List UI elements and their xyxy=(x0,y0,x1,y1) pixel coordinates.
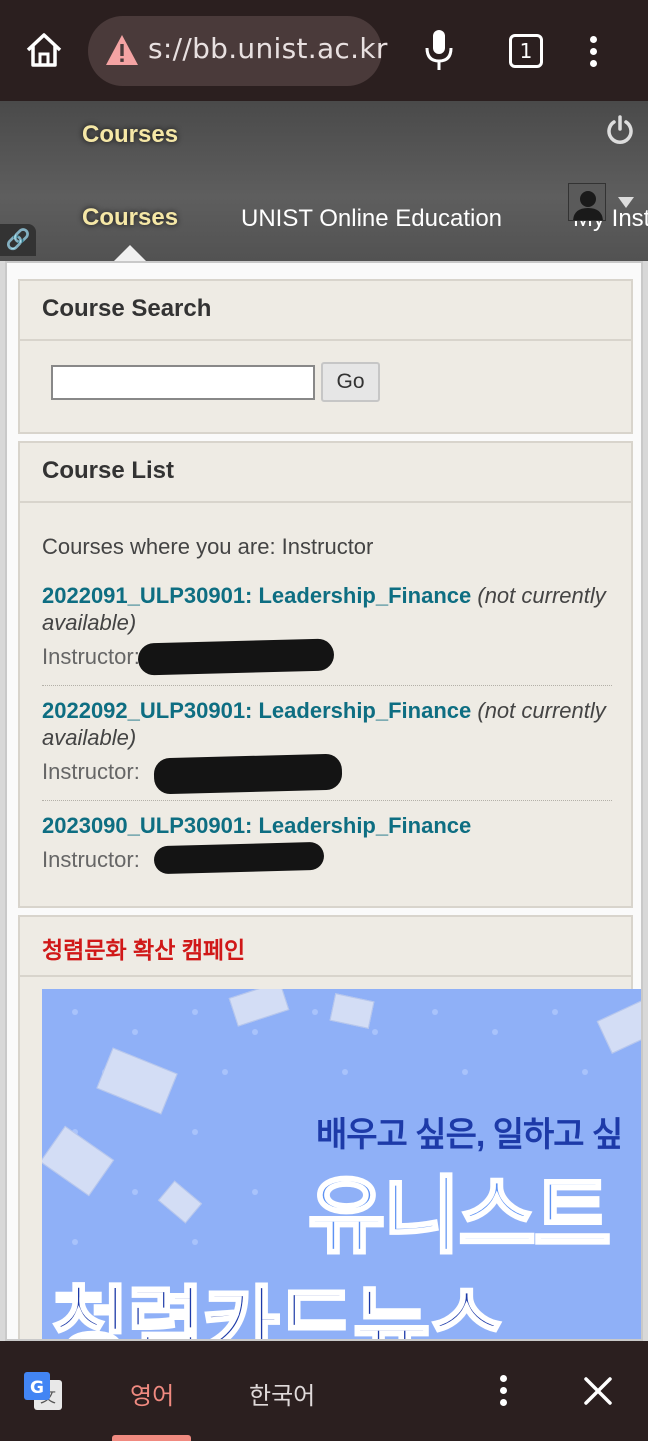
translate-bar: 文 G 영어 한국어 xyxy=(0,1341,648,1441)
main-content: Course Search Go Course List Courses whe… xyxy=(5,261,643,1341)
course-link[interactable]: 2022091_ULP30901: Leadership_Finance xyxy=(42,583,471,608)
link-icon[interactable]: 🔗 xyxy=(0,224,36,256)
tab-courses[interactable]: Courses xyxy=(82,204,178,232)
divider xyxy=(42,685,612,686)
divider xyxy=(42,800,612,801)
home-icon[interactable] xyxy=(24,30,64,70)
menu-icon[interactable] xyxy=(590,36,600,68)
language-tab-source[interactable]: 영어 xyxy=(130,1376,174,1411)
redaction-mark xyxy=(137,638,335,676)
browser-toolbar: s://bb.unist.ac.kr 1 xyxy=(0,0,648,101)
language-tab-target[interactable]: 한국어 xyxy=(249,1376,315,1411)
list-item: 2022092_ULP30901: Leadership_Finance (no… xyxy=(42,697,612,795)
tab-online-education[interactable]: UNIST Online Education xyxy=(241,205,502,233)
mic-icon[interactable] xyxy=(422,28,456,72)
redaction-mark xyxy=(153,841,325,875)
course-list-module: Course List Courses where you are: Instr… xyxy=(18,441,633,908)
course-list-title: Course List xyxy=(20,443,631,503)
course-link[interactable]: 2023090_ULP30901: Leadership_Finance xyxy=(42,813,471,838)
campaign-module: 청렴문화 확산 캠페인 배우고 싶은, 일하고 싶 유니스트 청렴카드뉴스 xyxy=(18,915,641,1339)
instructor-label: Instructor: xyxy=(42,759,140,784)
instructor-label: Instructor: xyxy=(42,847,140,872)
go-button[interactable]: Go xyxy=(321,362,380,402)
google-translate-icon[interactable]: 文 G xyxy=(22,1370,64,1412)
active-tab-pointer xyxy=(114,245,146,261)
course-search-module: Course Search Go xyxy=(18,279,633,434)
svg-text:G: G xyxy=(30,1378,44,1398)
list-item: 2022091_ULP30901: Leadership_Finance (no… xyxy=(42,582,612,676)
course-link[interactable]: 2022092_ULP30901: Leadership_Finance xyxy=(42,698,471,723)
url-text[interactable]: s://bb.unist.ac.kr xyxy=(148,32,388,65)
campaign-banner[interactable]: 배우고 싶은, 일하고 싶 유니스트 청렴카드뉴스 xyxy=(42,989,641,1341)
banner-text: 유니스트 xyxy=(306,1168,612,1265)
avatar-icon[interactable] xyxy=(568,183,606,221)
close-icon[interactable] xyxy=(582,1375,614,1407)
role-text: Courses where you are: Instructor xyxy=(42,534,374,559)
redaction-mark xyxy=(153,753,343,795)
chevron-down-icon[interactable] xyxy=(618,197,634,208)
banner-text: 청렴카드뉴스 xyxy=(51,1278,508,1341)
warning-icon[interactable] xyxy=(104,33,140,67)
power-icon[interactable] xyxy=(604,114,636,146)
menu-icon[interactable] xyxy=(500,1375,510,1409)
campaign-title: 청렴문화 확산 캠페인 xyxy=(20,917,631,977)
course-search-title: Course Search xyxy=(20,281,631,341)
brand-title: Courses xyxy=(82,121,179,148)
tabs-icon[interactable]: 1 xyxy=(509,34,543,68)
instructor-label: Instructor: xyxy=(42,644,140,669)
course-search-input[interactable] xyxy=(51,365,315,400)
list-item: 2023090_ULP30901: Leadership_Finance Ins… xyxy=(42,812,612,875)
active-language-indicator xyxy=(112,1435,191,1441)
